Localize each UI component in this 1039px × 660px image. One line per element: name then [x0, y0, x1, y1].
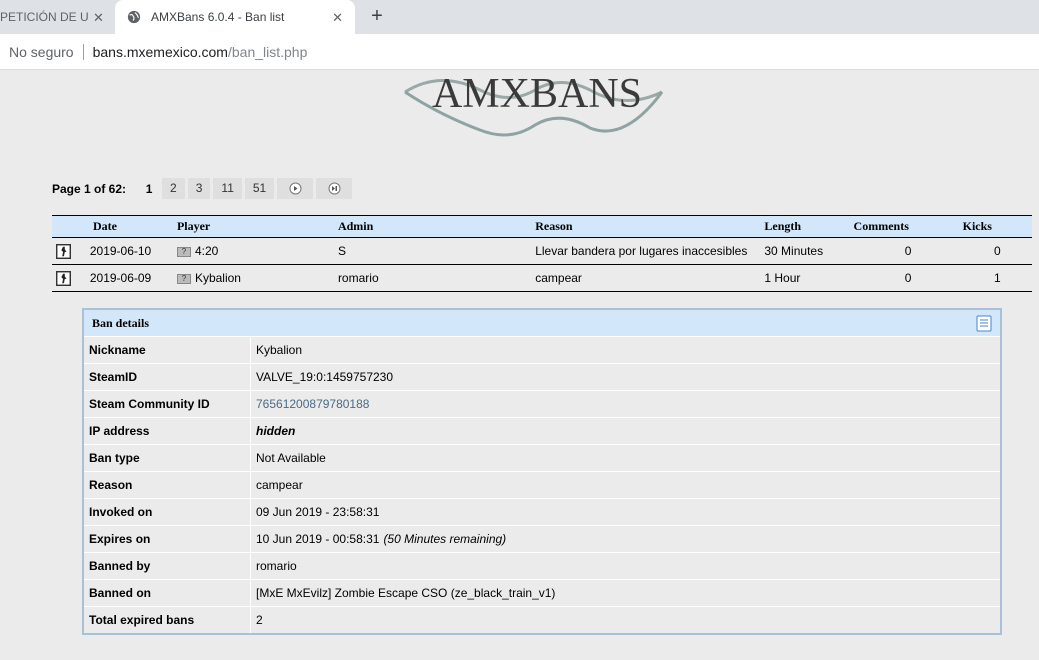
last-page-icon[interactable]	[316, 178, 353, 199]
detail-value: 76561200879780188	[251, 391, 369, 417]
cell-date: 2019-06-10	[79, 237, 177, 265]
table-row[interactable]: 2019-06-09 ? Kybalion romario campear 1 H…	[52, 264, 1032, 292]
column-header-reason[interactable]: Reason	[535, 215, 765, 238]
logo-text: AMXBANS	[432, 71, 642, 117]
cell-player: ? 4:20	[176, 237, 338, 265]
ban-details-panel: Ban details Nickname Kybalion SteamID VALV…	[82, 308, 1002, 635]
detail-row-total-expired-bans: Total expired bans 2	[84, 606, 1000, 633]
detail-label: Total expired bans	[84, 607, 251, 633]
steam-community-link[interactable]: 76561200879780188	[256, 397, 369, 411]
current-page: 1	[145, 181, 153, 196]
detail-label: Nickname	[84, 337, 251, 363]
cs-player-icon	[56, 243, 71, 259]
detail-value: 2	[256, 613, 263, 627]
column-header-player[interactable]: Player	[176, 215, 338, 238]
page-link[interactable]: 11	[213, 178, 242, 199]
globe-icon	[127, 10, 141, 24]
detail-row-steam-community-id: Steam Community ID 76561200879780188	[84, 390, 1000, 417]
remaining-time: (50 Minutes remaining)	[383, 532, 507, 546]
url-host: bans.mxemexico.com	[92, 43, 228, 60]
row-icon-cell	[52, 237, 80, 265]
ban-details-header: Ban details	[84, 310, 1000, 336]
player-name: Kybalion	[194, 271, 241, 285]
table-row[interactable]: 2019-06-10 ? 4:20 S Llevar bandera por lu…	[52, 237, 1032, 265]
column-header-kicks[interactable]: Kicks	[962, 215, 1032, 238]
detail-row-nickname: Nickname Kybalion	[84, 336, 1000, 363]
cs-player-icon	[56, 270, 71, 286]
detail-label: Reason	[84, 472, 251, 498]
detail-value: romario	[256, 559, 297, 573]
table-header-row: Date Player Admin Reason Length Comments…	[52, 215, 1032, 238]
detail-row-banned-on: Banned on [MxE MxEvilz] Zombie Escape CSO…	[84, 579, 1000, 606]
tab-strip: PETICIÓN DE UNA ✕ AMXBans 6.0.4 - Ban li…	[0, 0, 1039, 34]
page-link[interactable]: 3	[187, 178, 211, 199]
cell-comments: 0	[853, 237, 963, 265]
unknown-country-flag-icon: ?	[176, 246, 191, 257]
detail-value: hidden	[251, 418, 295, 444]
detail-label: Invoked on	[84, 499, 251, 525]
column-header-length[interactable]: Length	[764, 215, 854, 238]
column-header-date[interactable]: Date	[52, 215, 177, 238]
unknown-country-flag-icon: ?	[176, 273, 191, 284]
detail-row-steamid: SteamID VALVE_19:0:1459757230	[84, 363, 1000, 390]
detail-row-ip-address: IP address hidden	[84, 417, 1000, 444]
detail-value: campear	[256, 478, 303, 492]
detail-value: 09 Jun 2019 - 23:58:31	[256, 505, 380, 519]
detail-label: Banned by	[84, 553, 251, 579]
ip-hidden-text: hidden	[256, 424, 296, 438]
detail-label: Banned on	[84, 580, 251, 606]
column-header-admin[interactable]: Admin	[337, 215, 536, 238]
security-indicator[interactable]: No seguro	[0, 44, 74, 60]
cell-admin: S	[337, 237, 536, 265]
player-name: 4:20	[194, 244, 219, 258]
detail-value: Kybalion	[256, 343, 303, 357]
detail-label: Ban type	[84, 445, 251, 471]
detail-label: SteamID	[84, 364, 251, 390]
cell-kicks: 1	[962, 264, 1032, 292]
detail-row-reason: Reason campear	[84, 471, 1000, 498]
separator	[82, 43, 84, 60]
cell-length: 30 Minutes	[764, 237, 854, 265]
tab-title: PETICIÓN DE UNA	[0, 10, 88, 24]
ban-list-table: Date Player Admin Reason Length Comments…	[52, 215, 1032, 292]
browser-tab-active[interactable]: AMXBans 6.0.4 - Ban list ✕	[115, 0, 355, 34]
next-page-icon[interactable]	[277, 178, 314, 199]
detail-row-invoked-on: Invoked on 09 Jun 2019 - 23:58:31	[84, 498, 1000, 525]
detail-label: Steam Community ID	[84, 391, 251, 417]
pagination: Page 1 of 62: 1 2 3 11 51	[52, 178, 355, 199]
address-bar[interactable]: No seguro bans.mxemexico.com/ban_list.ph…	[0, 34, 1039, 70]
close-icon[interactable]: ✕	[93, 10, 104, 26]
ban-details-title: Ban details	[92, 315, 150, 330]
cell-length: 1 Hour	[764, 264, 854, 292]
cell-kicks: 0	[962, 237, 1032, 265]
detail-row-ban-type: Ban type Not Available	[84, 444, 1000, 471]
detail-label: IP address	[84, 418, 251, 444]
row-icon-cell	[52, 264, 80, 292]
close-icon[interactable]: ✕	[332, 10, 343, 26]
detail-value: VALVE_19:0:1459757230	[256, 370, 394, 384]
cell-date: 2019-06-09	[79, 264, 177, 292]
cell-comments: 0	[853, 264, 963, 292]
tab-title: AMXBans 6.0.4 - Ban list	[151, 10, 285, 24]
detail-row-expires-on: Expires on 10 Jun 2019 - 00:58:31 (50 Minu…	[84, 525, 1000, 552]
url-path: /ban_list.php	[227, 43, 308, 60]
amxbans-logo: AMXBANS	[404, 71, 664, 137]
detail-value: Not Available	[256, 451, 326, 465]
browser-tab-previous[interactable]: PETICIÓN DE UNA ✕	[0, 0, 114, 34]
cell-reason: campear	[535, 264, 765, 292]
cell-reason: Llevar bandera por lugares inaccesibles	[535, 237, 765, 265]
cell-admin: romario	[337, 264, 536, 292]
page-link[interactable]: 51	[244, 178, 275, 199]
expires-date: 10 Jun 2019 - 00:58:31	[256, 532, 380, 546]
detail-row-banned-by: Banned by romario	[84, 552, 1000, 579]
detail-value: 10 Jun 2019 - 00:58:31 (50 Minutes remain…	[251, 526, 506, 552]
detail-label: Expires on	[84, 526, 251, 552]
page-count-label: Page 1 of 62:	[52, 181, 127, 196]
document-icon[interactable]	[976, 315, 992, 332]
new-tab-plus-icon[interactable]: +	[366, 6, 388, 28]
page-link[interactable]: 2	[162, 178, 185, 199]
detail-value: [MxE MxEvilz] Zombie Escape CSO (ze_blac…	[256, 586, 556, 600]
cell-player: ? Kybalion	[176, 264, 338, 292]
column-header-comments[interactable]: Comments	[853, 215, 963, 238]
